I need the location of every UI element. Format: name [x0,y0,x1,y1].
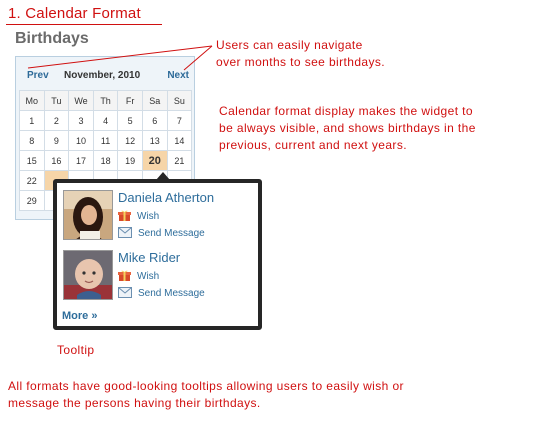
annotation-line: All formats have good-looking tooltips a… [8,379,404,393]
annotation-line: previous, current and next years. [219,138,407,152]
display-annotation: Calendar format display makes the widget… [219,103,476,154]
annotation-line: be always visible, and shows birthdays i… [219,121,476,135]
annotation-line: Calendar format display makes the widget… [219,104,473,118]
annotation-line: message the persons having their birthda… [8,396,261,410]
arrow-to-next [183,45,213,71]
arrow-to-prev [27,45,213,69]
formats-annotation: All formats have good-looking tooltips a… [8,378,404,412]
annotation-line: Users can easily navigate [216,38,363,52]
navigation-annotation: Users can easily navigate over months to… [216,37,385,71]
annotation-line: over months to see birthdays. [216,55,386,69]
tooltip-annotation: Tooltip [57,343,95,357]
